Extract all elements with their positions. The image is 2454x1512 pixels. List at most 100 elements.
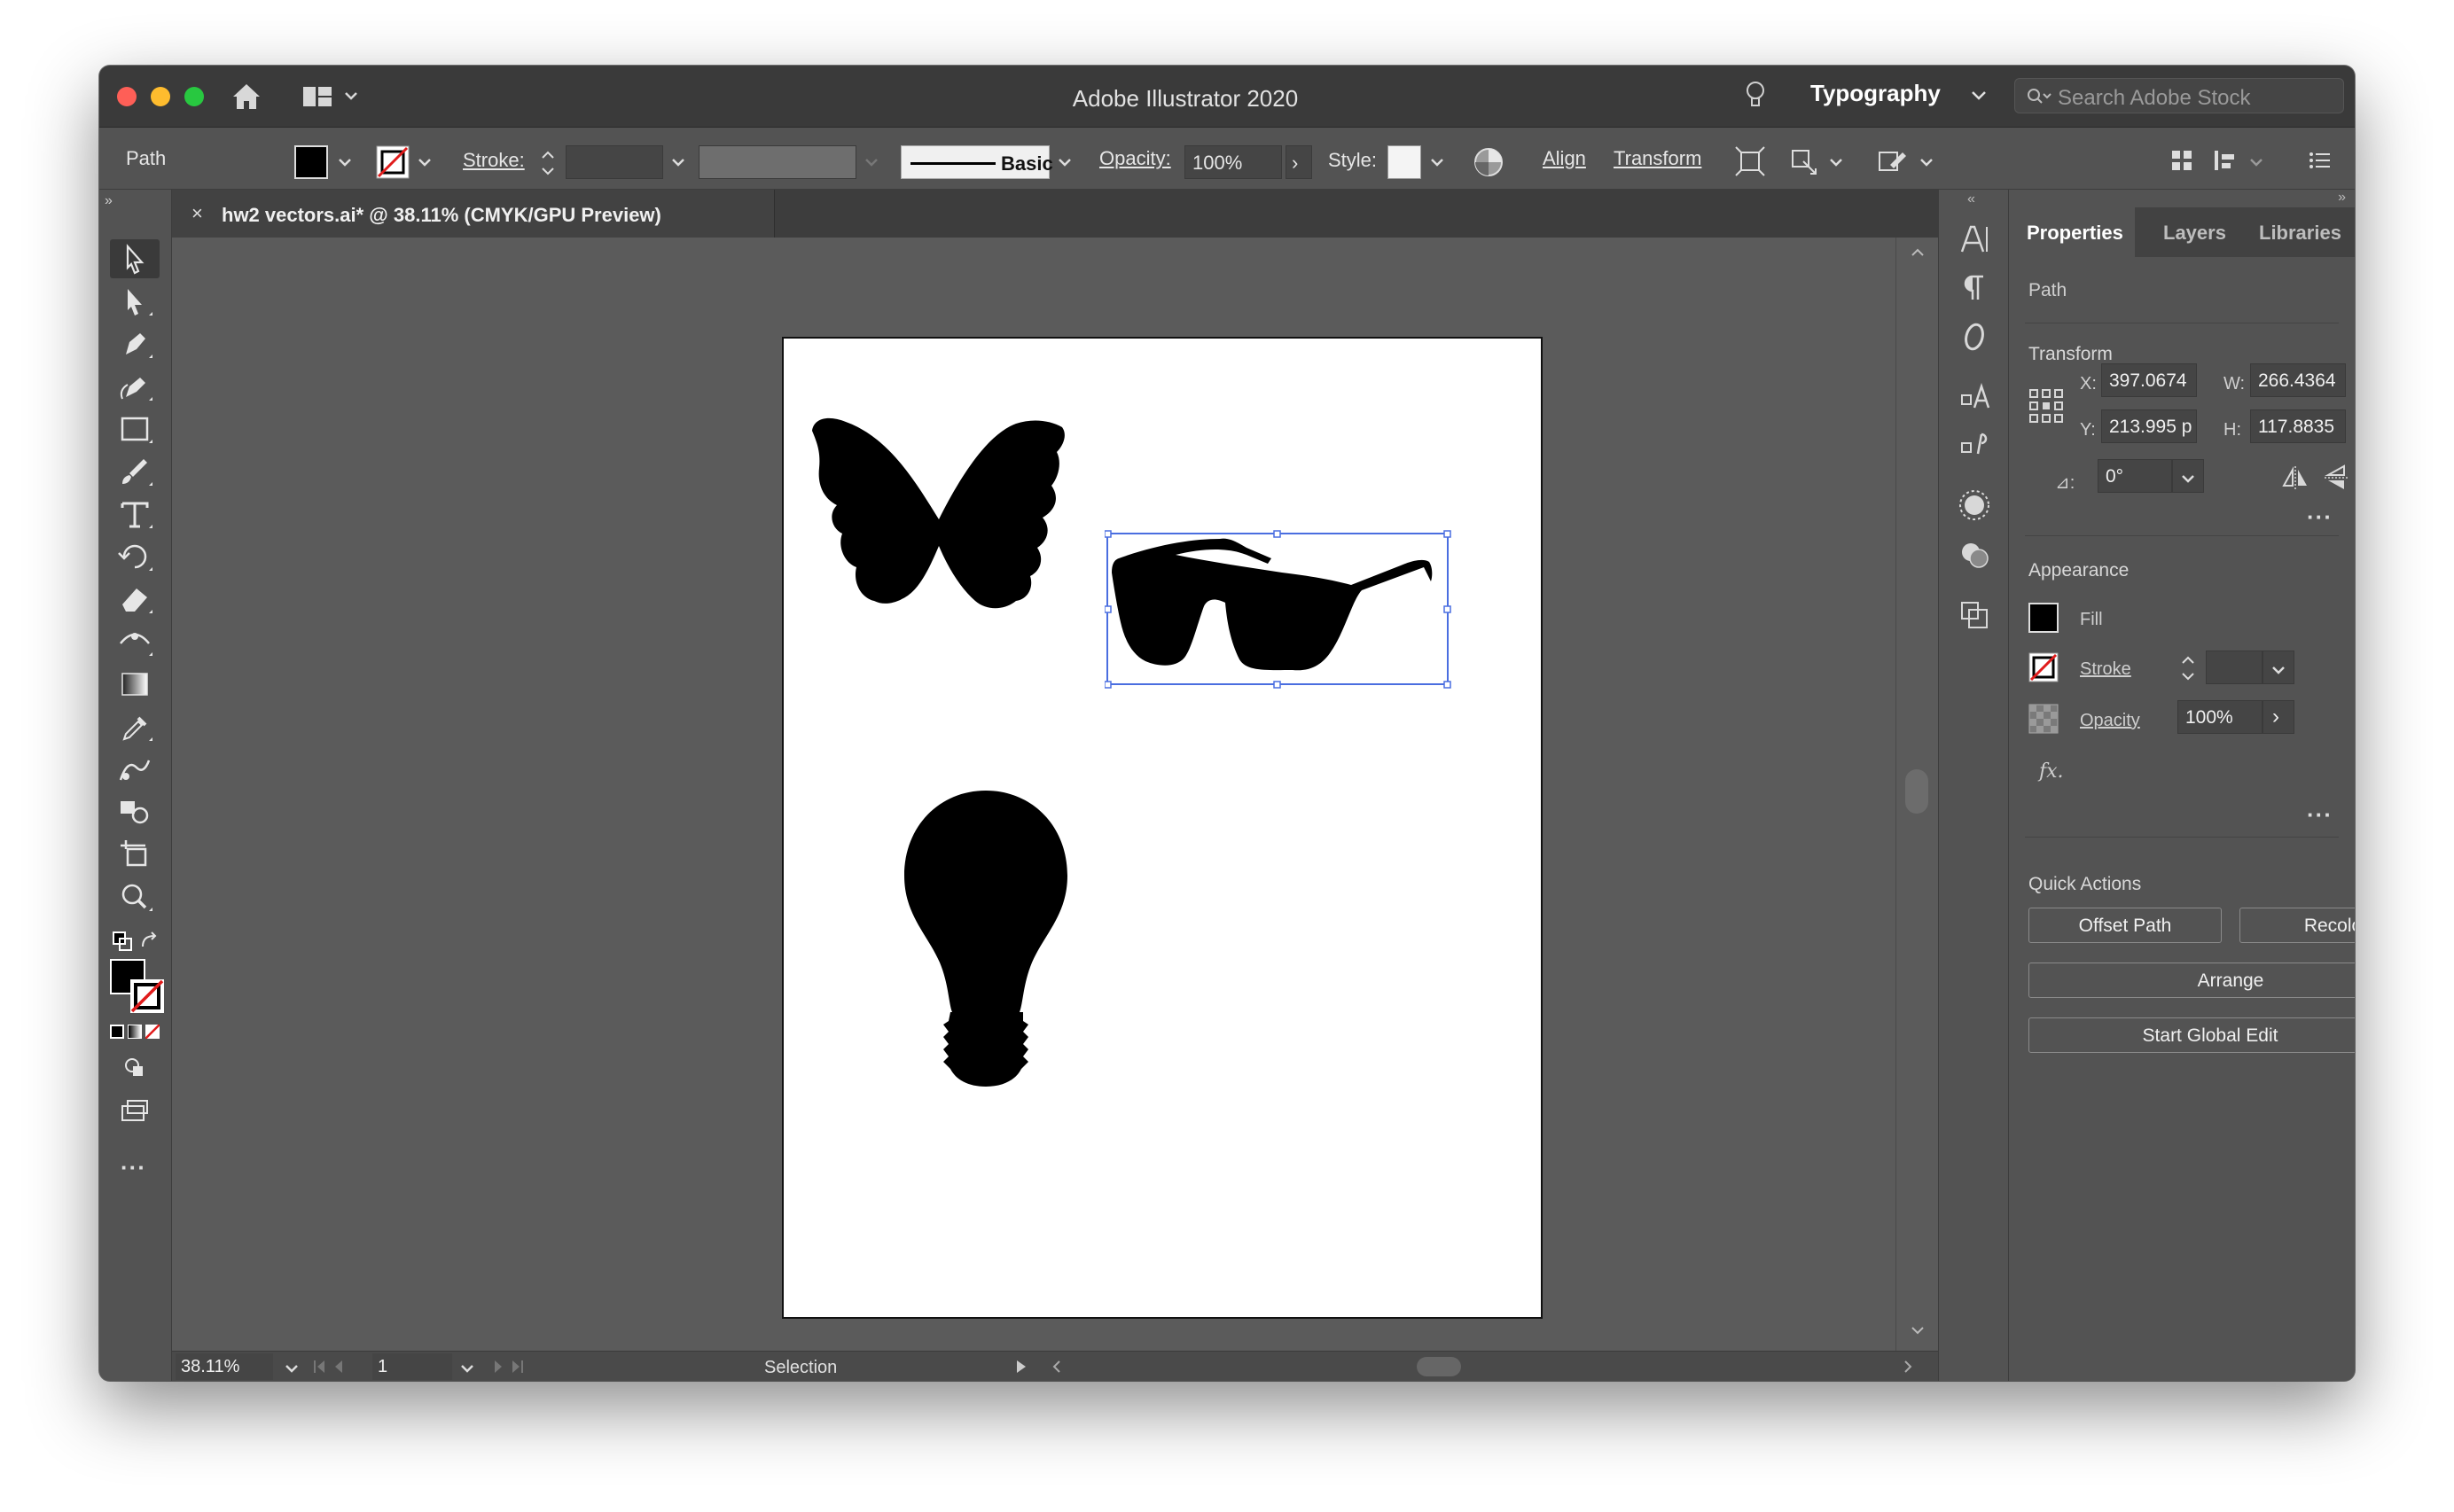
stroke-weight-field[interactable]: [566, 145, 663, 179]
more-options-icon[interactable]: ···: [2307, 801, 2333, 829]
chevron-down-icon[interactable]: [284, 1362, 300, 1375]
lightbulb-icon[interactable]: [1744, 80, 1767, 112]
character-panel-icon[interactable]: [1957, 222, 1992, 257]
direct-selection-tool[interactable]: [110, 282, 160, 321]
tab-layers[interactable]: Layers: [2163, 222, 2226, 245]
edit-toolbar-icon[interactable]: ···: [121, 1154, 146, 1181]
zoom-level-field[interactable]: 38.11%: [176, 1353, 273, 1380]
gradient-tool[interactable]: [110, 665, 160, 704]
stroke-label[interactable]: Stroke: [2080, 659, 2131, 680]
lightbulb-shape[interactable]: [899, 791, 1073, 1088]
chevron-down-icon[interactable]: [337, 156, 353, 168]
default-fill-stroke-icon[interactable]: [112, 931, 133, 952]
rotate-tool[interactable]: [110, 537, 160, 576]
canvas-area[interactable]: [172, 238, 1895, 1351]
expand-panels-icon[interactable]: «: [1967, 191, 1975, 207]
flip-horizontal-icon[interactable]: [2280, 464, 2310, 491]
opentype-panel-icon[interactable]: [1958, 319, 1990, 355]
opacity-label[interactable]: Opacity: [2080, 711, 2140, 731]
selection-tool[interactable]: [110, 239, 160, 278]
chevron-down-icon[interactable]: [1919, 156, 1934, 168]
arrange-button[interactable]: Arrange: [2028, 963, 2355, 998]
opacity-field[interactable]: 100%: [1184, 145, 1282, 179]
pathfinder-panel-icon[interactable]: [1957, 597, 1992, 633]
chevron-right-icon[interactable]: [1901, 1359, 1915, 1375]
color-guide-icon[interactable]: [1957, 487, 1992, 523]
collapse-toolbar-icon[interactable]: »: [105, 193, 113, 209]
zoom-tool[interactable]: [110, 877, 160, 916]
tab-libraries[interactable]: Libraries: [2259, 222, 2341, 245]
stepper-icon[interactable]: [537, 145, 559, 181]
artboard-tool[interactable]: [110, 835, 160, 874]
opacity-expand-button[interactable]: ›: [2263, 700, 2294, 734]
eraser-tool[interactable]: [110, 580, 160, 619]
rotate-field[interactable]: 0°: [2098, 459, 2172, 493]
more-options-icon[interactable]: ···: [2307, 503, 2333, 531]
stroke-none-swatch[interactable]: [2028, 652, 2059, 682]
chevron-down-icon[interactable]: [1057, 156, 1073, 168]
glyphs-panel-icon[interactable]: [1958, 379, 1992, 413]
variable-width-profile[interactable]: [699, 145, 856, 179]
width-tool[interactable]: [110, 622, 160, 661]
flip-vertical-icon[interactable]: [2323, 463, 2349, 493]
offset-path-button[interactable]: Offset Path: [2028, 908, 2222, 943]
eyedropper-tool[interactable]: [110, 707, 160, 746]
fill-swatch[interactable]: [2028, 603, 2059, 633]
horizontal-scroll-thumb[interactable]: [1417, 1357, 1461, 1376]
first-previous-artboard-icon[interactable]: [310, 1357, 363, 1376]
artboard-number-field[interactable]: 1: [372, 1353, 452, 1380]
artboard[interactable]: [782, 337, 1543, 1319]
align-distribute-icon[interactable]: [2213, 147, 2245, 174]
opacity-field[interactable]: 100%: [2177, 700, 2263, 734]
current-tool-status[interactable]: Selection: [764, 1358, 837, 1378]
chevron-down-icon[interactable]: [1970, 89, 1988, 103]
next-last-artboard-icon[interactable]: [488, 1357, 541, 1376]
arrange-grid-icon[interactable]: [2169, 147, 2195, 174]
chevron-down-icon[interactable]: [670, 156, 686, 168]
blend-tool[interactable]: [110, 750, 160, 789]
sunglasses-shape[interactable]: [1105, 526, 1459, 700]
vertical-scrollbar[interactable]: [1895, 238, 1938, 1351]
collapse-panel-icon[interactable]: »: [2338, 190, 2346, 206]
character-styles-icon[interactable]: [1958, 427, 1992, 461]
pen-tool[interactable]: [110, 324, 160, 363]
workspace-switcher[interactable]: Typography: [1810, 80, 1941, 107]
panel-menu-icon[interactable]: [2307, 147, 2333, 174]
rotate-dropdown[interactable]: [2172, 459, 2204, 493]
none-mode-button[interactable]: [145, 1025, 160, 1039]
opacity-label[interactable]: Opacity:: [1099, 147, 1171, 170]
transform-link[interactable]: Transform: [1614, 147, 1701, 170]
start-global-edit-button[interactable]: Start Global Edit: [2028, 1017, 2355, 1053]
width-field[interactable]: 266.4364: [2250, 363, 2346, 397]
graphic-style-swatch[interactable]: [1387, 145, 1421, 179]
chevron-up-icon[interactable]: [1909, 246, 1926, 259]
y-field[interactable]: 213.995 p: [2101, 409, 2197, 443]
fx-icon[interactable]: fx.: [2039, 760, 2064, 783]
height-field[interactable]: 117.8835: [2250, 409, 2346, 443]
document-tab[interactable]: × hw2 vectors.ai* @ 38.11% (CMYK/GPU Pre…: [172, 190, 775, 238]
chevron-down-icon[interactable]: [1828, 156, 1844, 168]
tab-properties[interactable]: Properties: [2027, 222, 2123, 245]
puppet-warp-icon[interactable]: [1787, 145, 1819, 177]
rectangle-tool[interactable]: [110, 409, 160, 448]
opacity-expand-button[interactable]: ›: [1286, 145, 1312, 179]
stroke-label[interactable]: Stroke:: [463, 149, 525, 172]
chevron-down-icon[interactable]: [1909, 1324, 1926, 1337]
swap-fill-stroke-icon[interactable]: [138, 931, 160, 952]
edit-selection-icon[interactable]: [1876, 145, 1908, 177]
screen-mode-icon[interactable]: [119, 1097, 151, 1124]
reference-point-icon[interactable]: [2028, 388, 2064, 424]
recolor-artwork-icon[interactable]: [1472, 145, 1505, 179]
paragraph-panel-icon[interactable]: [1958, 271, 1990, 303]
chevron-down-icon[interactable]: [459, 1362, 475, 1375]
brush-definition[interactable]: Basic: [901, 145, 1053, 179]
chevron-down-icon[interactable]: [1429, 156, 1445, 168]
chevron-down-icon[interactable]: [417, 156, 433, 168]
paintbrush-tool[interactable]: [110, 452, 160, 491]
fill-swatch[interactable]: [294, 145, 328, 179]
stepper-icon[interactable]: [2177, 651, 2199, 686]
align-link[interactable]: Align: [1543, 147, 1586, 170]
type-tool[interactable]: [110, 495, 160, 534]
gradient-mode-button[interactable]: [128, 1025, 142, 1039]
stroke-weight-field[interactable]: [2206, 651, 2263, 684]
